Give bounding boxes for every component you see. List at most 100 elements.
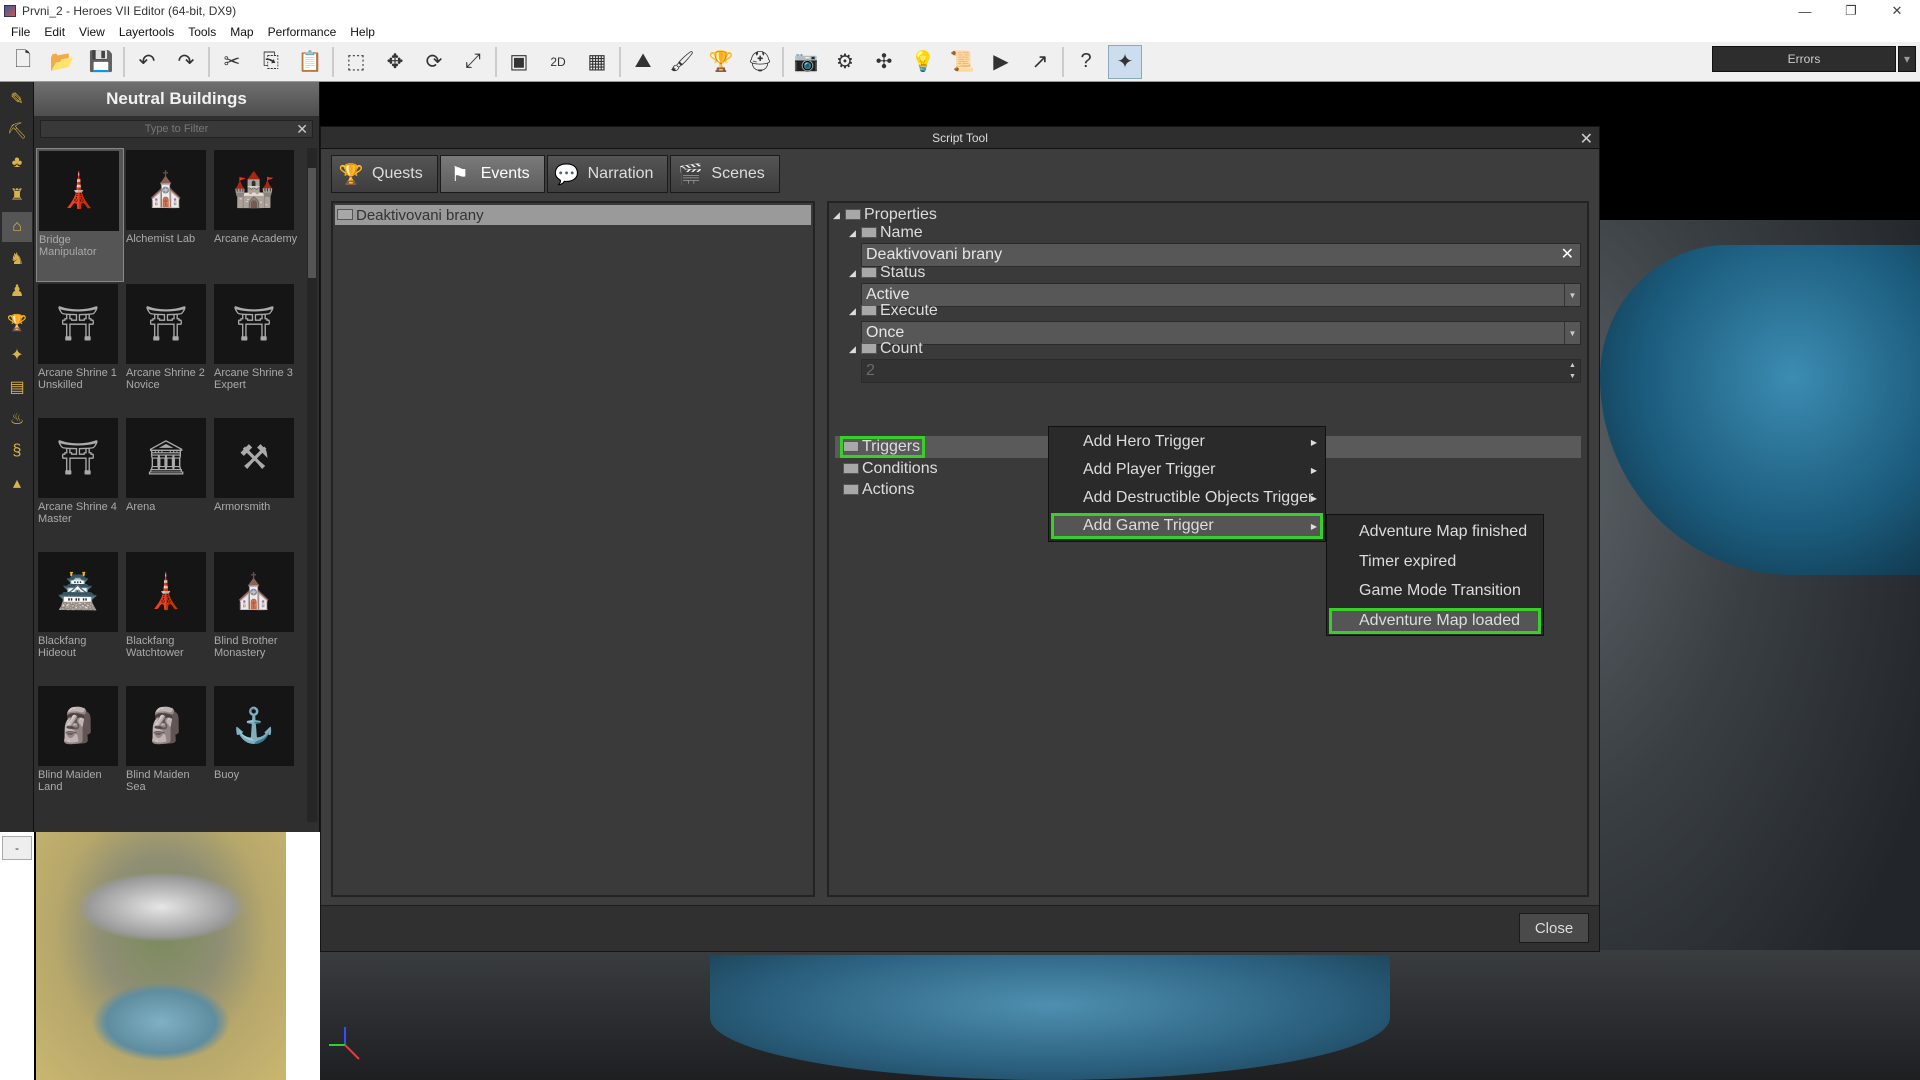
properties-node[interactable]: ◢ Properties: [833, 205, 937, 225]
creature-icon[interactable]: ♟: [2, 276, 32, 306]
pickaxe-icon[interactable]: ⛏: [2, 116, 32, 146]
trophy-icon[interactable]: 🏆: [704, 45, 738, 79]
misc-icon[interactable]: ▴: [2, 468, 32, 498]
event-item[interactable]: Deaktivovani brany: [335, 205, 811, 225]
cut-icon[interactable]: ✂: [215, 45, 249, 79]
castle-icon[interactable]: ♜: [2, 180, 32, 210]
object-tile[interactable]: ⚓ Buoy: [212, 684, 300, 818]
object-tile[interactable]: ⛩ Arcane Shrine 4 Master: [36, 416, 124, 550]
menu-tools[interactable]: Tools: [181, 25, 223, 39]
tab-scenes[interactable]: 🎬 Scenes: [670, 155, 780, 193]
paint-icon[interactable]: 🖌: [665, 45, 699, 79]
count-node[interactable]: ◢ Count: [849, 339, 923, 359]
play-icon[interactable]: ▶: [984, 45, 1018, 79]
object-tile[interactable]: ⛪ Alchemist Lab: [124, 148, 212, 282]
minimize-button[interactable]: —: [1782, 0, 1828, 22]
context-menu-item[interactable]: Add Game Trigger ▶: [1051, 513, 1323, 539]
menu-edit[interactable]: Edit: [37, 25, 72, 39]
object-tile[interactable]: 🏰 Arcane Academy: [212, 148, 300, 282]
object-tile[interactable]: 🗼 Blackfang Watchtower: [124, 550, 212, 684]
status-select[interactable]: Active ▼: [861, 283, 1581, 307]
scroll-icon[interactable]: §: [2, 436, 32, 466]
close-button[interactable]: Close: [1519, 913, 1589, 943]
close-window-button[interactable]: ✕: [1874, 0, 1920, 22]
view-3d-icon[interactable]: ▣: [502, 45, 536, 79]
name-field[interactable]: Deaktivovani brany ✕: [861, 243, 1581, 267]
select-icon[interactable]: ⬚: [339, 45, 373, 79]
redo-icon[interactable]: ↷: [169, 45, 203, 79]
object-tile[interactable]: 🗿 Blind Maiden Land: [36, 684, 124, 818]
expand-arrow-icon[interactable]: ◢: [849, 228, 861, 239]
name-node[interactable]: ◢ Name: [849, 223, 923, 243]
view-2d-icon[interactable]: 2D: [541, 45, 575, 79]
browser-scrollbar[interactable]: [307, 148, 317, 822]
spin-arrows-icon[interactable]: ▲ ▼: [1564, 360, 1580, 382]
context-menu-item[interactable]: Add Player Trigger ▶: [1051, 457, 1323, 483]
restore-button[interactable]: ❐: [1828, 0, 1874, 22]
neutral-building-icon[interactable]: ⌂: [2, 212, 32, 242]
script-tool-icon[interactable]: ✦: [1108, 44, 1142, 79]
context-menu-item[interactable]: Add Destructible Objects Trigger ▶: [1051, 485, 1323, 511]
helmet-icon[interactable]: ⛑: [743, 45, 777, 79]
execute-node[interactable]: ◢ Execute: [849, 301, 938, 321]
object-tile[interactable]: ⛩ Arcane Shrine 3 Expert: [212, 282, 300, 416]
tab-events[interactable]: ⚑ Events: [439, 155, 545, 193]
crystal-icon[interactable]: ✦: [2, 340, 32, 370]
script-icon[interactable]: 📜: [945, 45, 979, 79]
conditions-node[interactable]: Conditions: [843, 459, 938, 479]
navigate-icon[interactable]: ✣: [867, 45, 901, 79]
expand-arrow-icon[interactable]: ◢: [849, 344, 861, 355]
triggers-node[interactable]: Triggers: [839, 436, 926, 458]
object-tile[interactable]: ⛩ Arcane Shrine 1 Unskilled: [36, 282, 124, 416]
object-tile[interactable]: ⛪ Blind Brother Monastery: [212, 550, 300, 684]
menu-view[interactable]: View: [72, 25, 112, 39]
undo-icon[interactable]: ↶: [130, 45, 164, 79]
copy-icon[interactable]: ⎘: [254, 45, 288, 79]
move-icon[interactable]: ✥: [378, 45, 412, 79]
new-file-icon[interactable]: 🗋: [6, 45, 40, 79]
goblet-icon[interactable]: 🏆: [2, 308, 32, 338]
chest-icon[interactable]: ▤: [2, 372, 32, 402]
submenu-item[interactable]: Adventure Map loaded: [1329, 607, 1541, 634]
save-icon[interactable]: 💾: [84, 45, 118, 79]
object-tile[interactable]: ⚒ Armorsmith: [212, 416, 300, 550]
menu-performance[interactable]: Performance: [261, 25, 344, 39]
object-tile[interactable]: 🏯 Blackfang Hideout: [36, 550, 124, 684]
paste-icon[interactable]: 📋: [293, 45, 327, 79]
object-tile[interactable]: 🗼 Bridge Manipulator: [36, 148, 124, 282]
menu-layertools[interactable]: Layertools: [112, 25, 181, 39]
pen-tool-icon[interactable]: ✎: [2, 84, 32, 114]
menu-map[interactable]: Map: [223, 25, 260, 39]
object-tile[interactable]: 🗿 Blind Maiden Sea: [124, 684, 212, 818]
browser-filter-input[interactable]: Type to Filter ✕: [40, 120, 313, 138]
rotate-icon[interactable]: ⟳: [417, 45, 451, 79]
count-stepper[interactable]: 2 ▲ ▼: [861, 359, 1581, 383]
scrollbar-thumb[interactable]: [308, 168, 316, 278]
menu-file[interactable]: File: [4, 25, 37, 39]
execute-select[interactable]: Once ▼: [861, 321, 1581, 345]
filter-clear-icon[interactable]: ✕: [296, 121, 308, 138]
camera-icon[interactable]: 📷: [789, 45, 823, 79]
submenu-item[interactable]: Game Mode Transition: [1329, 578, 1541, 604]
export-icon[interactable]: ↗: [1023, 45, 1057, 79]
errors-dropdown-icon[interactable]: ▾: [1898, 46, 1916, 72]
terrain-icon[interactable]: ⛰: [626, 45, 660, 79]
object-tile[interactable]: 🏛 Arena: [124, 416, 212, 550]
help-icon[interactable]: ?: [1069, 45, 1103, 79]
dialog-close-icon[interactable]: ✕: [1580, 129, 1593, 149]
chevron-down-icon[interactable]: ▼: [1564, 322, 1580, 344]
submenu-item[interactable]: Timer expired: [1329, 549, 1541, 575]
expand-arrow-icon[interactable]: ◢: [833, 210, 845, 221]
grid-icon[interactable]: ▦: [580, 45, 614, 79]
open-folder-icon[interactable]: 📂: [45, 45, 79, 79]
clear-name-icon[interactable]: ✕: [1561, 244, 1574, 264]
scale-icon[interactable]: ⤢: [456, 45, 490, 79]
lantern-icon[interactable]: ♨: [2, 404, 32, 434]
chevron-down-icon[interactable]: ▼: [1564, 284, 1580, 306]
tab-narration[interactable]: 💬 Narration: [546, 155, 669, 193]
object-tile[interactable]: ⛩ Arcane Shrine 2 Novice: [124, 282, 212, 416]
minimap-collapse-button[interactable]: -: [2, 836, 32, 860]
expand-arrow-icon[interactable]: ◢: [849, 306, 861, 317]
submenu-item[interactable]: Adventure Map finished: [1329, 519, 1541, 545]
status-node[interactable]: ◢ Status: [849, 263, 925, 283]
